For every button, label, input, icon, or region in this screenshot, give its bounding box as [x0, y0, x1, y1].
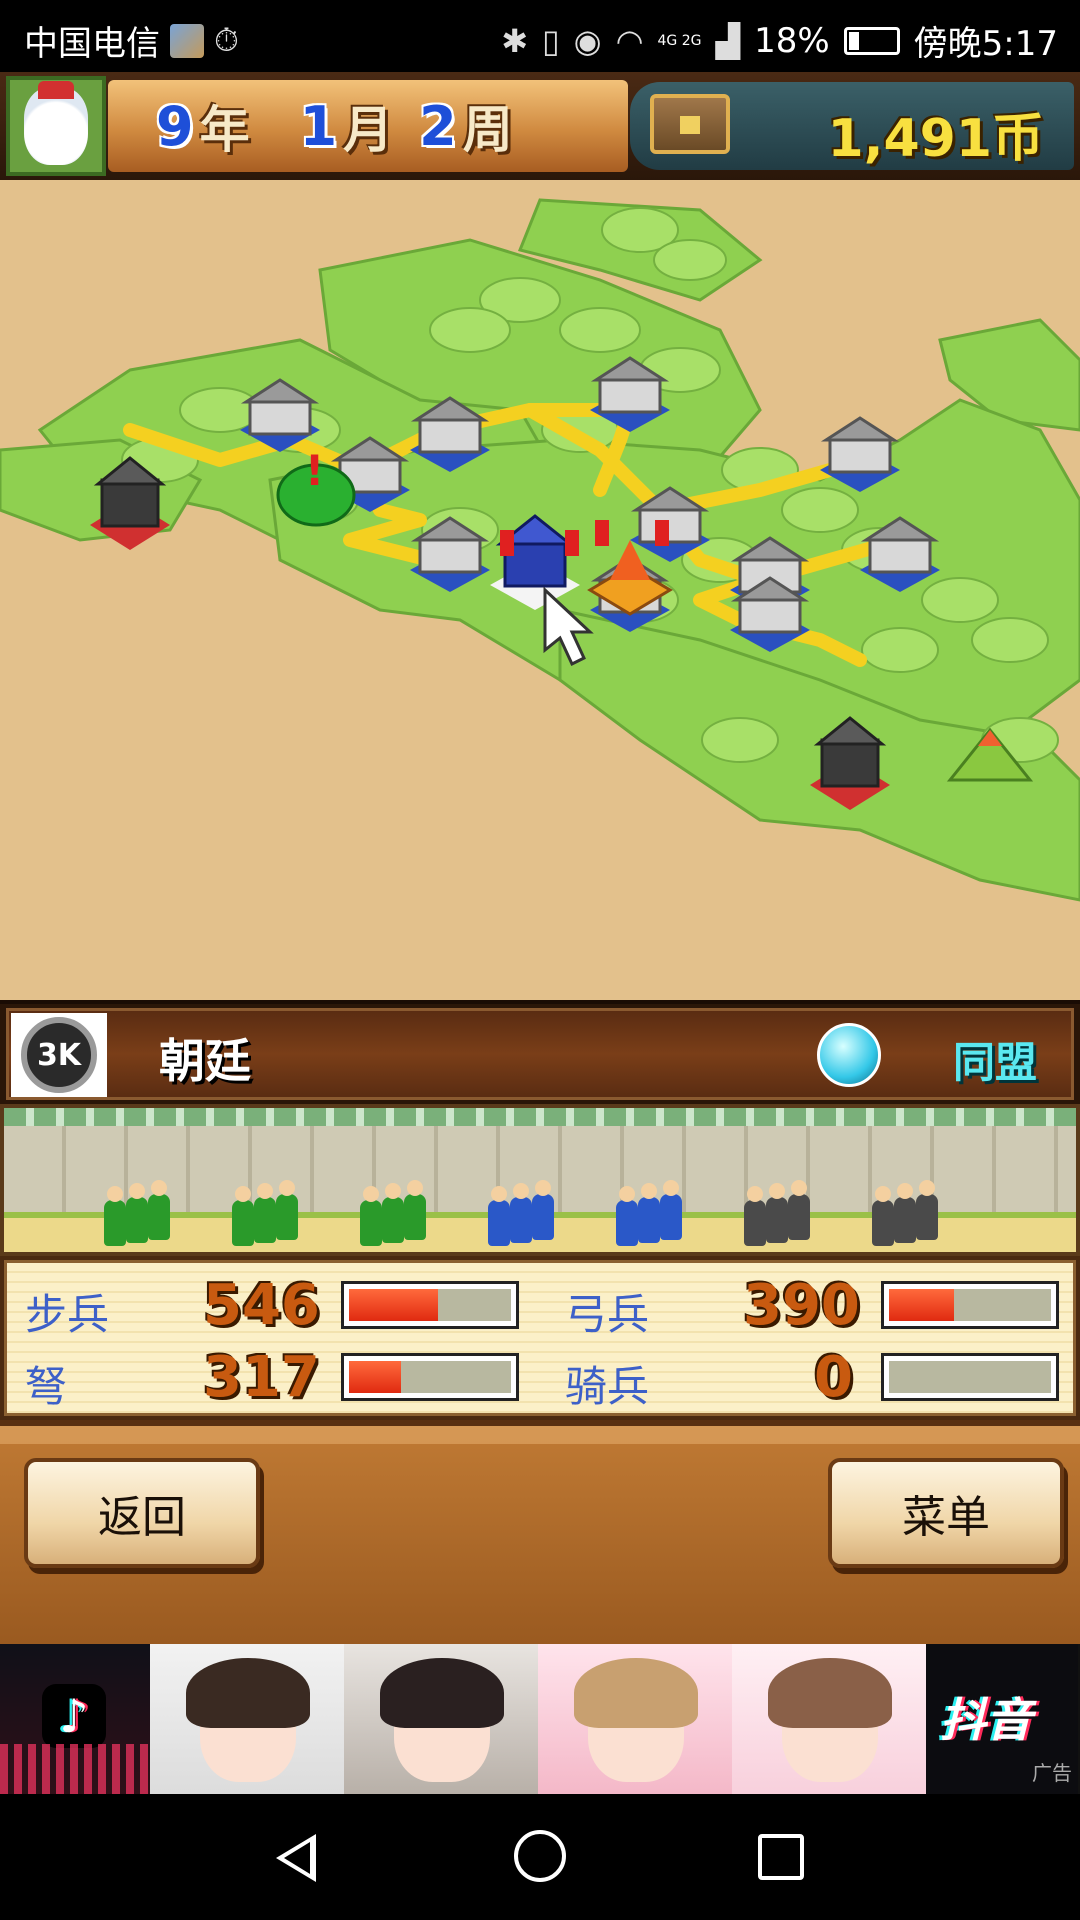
soldier-sprite [532, 1180, 554, 1240]
carrier-label: 中国电信 [24, 24, 160, 64]
soldier-sprite [616, 1186, 638, 1246]
ad-photo[interactable] [150, 1644, 344, 1794]
archer-label: 弓兵 [565, 1290, 650, 1339]
money-display: 1,491币 [630, 82, 1074, 170]
ad-tag: 广告 [1032, 1761, 1072, 1785]
nav-home-icon[interactable] [514, 1830, 566, 1882]
soldier-sprite [104, 1186, 126, 1246]
ad-brand-panel[interactable]: 抖音 广告 [926, 1644, 1078, 1794]
wifi-icon: ◠ [615, 21, 644, 60]
battery-percent: 18% [754, 20, 830, 61]
back-button[interactable]: 返回 [24, 1458, 260, 1568]
stat-infantry: 步兵 546 [7, 1267, 537, 1339]
infantry-label: 步兵 [25, 1290, 110, 1339]
map-canvas[interactable]: ! [0, 180, 1080, 1000]
equalizer-graphic [0, 1744, 150, 1794]
stat-crossbow: 弩 317 [7, 1339, 537, 1411]
soldier-sprite [660, 1180, 682, 1240]
soldier-sprite [126, 1183, 148, 1243]
emblem-icon: 3K [21, 1017, 97, 1093]
eye-icon: ◉ [573, 21, 602, 60]
soldier-sprite [254, 1183, 276, 1243]
stats-panel: 步兵 546 弓兵 390 弩 317 骑兵 0 [4, 1260, 1076, 1416]
signal-icon: ▟ [715, 21, 741, 60]
alert-mark: ! [305, 446, 324, 495]
system-nav-bar [0, 1794, 1080, 1920]
soldier-sprite [766, 1183, 788, 1243]
ad-banner[interactable]: ♪ 抖音 广告 [0, 1644, 1080, 1794]
nav-recents-icon[interactable] [758, 1834, 804, 1880]
cavalry-value: 0 [814, 1345, 853, 1410]
treasure-chest-icon [650, 94, 730, 154]
month-number: 1 [299, 94, 338, 158]
stat-cavalry: 骑兵 0 [547, 1339, 1077, 1411]
crossbow-label: 弩 [25, 1362, 68, 1411]
player-avatar[interactable] [6, 76, 106, 176]
soldier-sprite [894, 1183, 916, 1243]
ad-brand-name: 抖音 [940, 1693, 1032, 1747]
money-amount: 1,491币 [827, 109, 1044, 169]
ad-photo[interactable] [344, 1644, 538, 1794]
ad-photo[interactable] [538, 1644, 732, 1794]
snowman-icon [24, 81, 88, 165]
soldier-sprite [360, 1186, 382, 1246]
ad-logo[interactable]: ♪ [0, 1644, 150, 1794]
clock: 傍晚5:17 [913, 24, 1058, 64]
crossbow-value: 317 [203, 1345, 320, 1410]
faction-name: 朝廷 [159, 1034, 251, 1088]
year-number: 9 [156, 94, 194, 158]
soldier-sprite [404, 1180, 426, 1240]
faction-bar: 3K 朝廷 同盟 [0, 1000, 1080, 1104]
month-unit: 月 [343, 101, 394, 159]
infantry-value: 546 [203, 1273, 320, 1338]
soldier-sprite [148, 1180, 170, 1240]
faction-relation: 同盟 [952, 1038, 1037, 1087]
menu-button[interactable]: 菜单 [828, 1458, 1064, 1568]
ad-photo[interactable] [732, 1644, 926, 1794]
bluetooth-icon: ✱ [501, 21, 529, 60]
soldier-sprite [916, 1180, 938, 1240]
stat-archer: 弓兵 390 [547, 1267, 1077, 1339]
nav-back-icon[interactable] [276, 1834, 316, 1882]
infantry-bar [341, 1281, 519, 1329]
archer-value: 390 [743, 1273, 860, 1338]
status-bar: 中国电信 ⏱ ✱ ▯ ◉ ◠ 4G 2G ▟ 18% 傍晚5:17 [0, 0, 1080, 72]
tiktok-icon: ♪ [42, 1684, 106, 1748]
soldier-sprite [382, 1183, 404, 1243]
week-number: 2 [419, 94, 457, 158]
stopwatch-icon: ⏱ [214, 21, 239, 59]
soldier-sprite [638, 1183, 660, 1243]
faction-panel: 3K 朝廷 同盟 [6, 1008, 1074, 1100]
network-label: 4G 2G [657, 32, 702, 49]
battery-icon [843, 26, 900, 55]
archer-bar [881, 1281, 1059, 1329]
year-unit: 年 [199, 101, 250, 159]
soldier-sprite [276, 1180, 298, 1240]
crossbow-bar [341, 1353, 519, 1401]
vibrate-icon: ▯ [542, 21, 560, 60]
app-thumbnail-icon [170, 23, 204, 58]
alliance-orb-icon [817, 1023, 881, 1087]
week-unit: 周 [462, 101, 513, 159]
cavalry-label: 骑兵 [565, 1362, 650, 1411]
troop-parade [0, 1104, 1080, 1256]
date-display: 9 年 1 月 2 周 [108, 80, 628, 172]
soldier-sprite [232, 1186, 254, 1246]
command-panel: 返回 菜单 [0, 1420, 1080, 1644]
soldier-sprite [872, 1186, 894, 1246]
soldier-sprite [788, 1180, 810, 1240]
soldier-sprite [488, 1186, 510, 1246]
cavalry-bar [881, 1353, 1059, 1401]
world-map[interactable]: ! [0, 180, 1080, 1000]
soldier-sprite [510, 1183, 532, 1243]
soldier-sprite [744, 1186, 766, 1246]
troop-stats: 步兵 546 弓兵 390 弩 317 骑兵 0 [0, 1256, 1080, 1420]
faction-emblem: 3K [11, 1013, 107, 1097]
game-header: 9 年 1 月 2 周 1,491币 [0, 72, 1080, 180]
